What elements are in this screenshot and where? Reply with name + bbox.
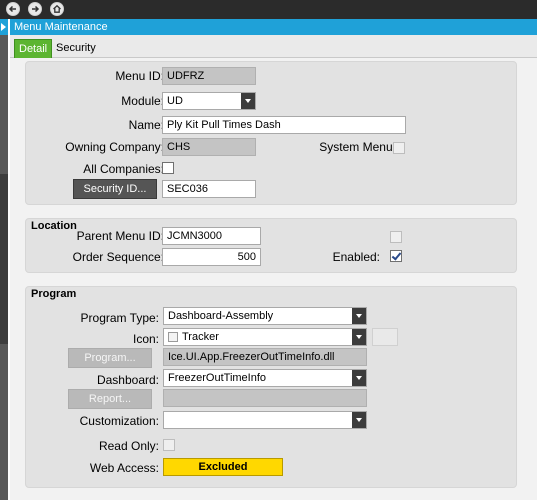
chevron-down-icon[interactable] (352, 370, 366, 386)
web-access-label: Web Access: (89, 461, 159, 475)
window-title: Menu Maintenance (10, 19, 537, 35)
customization-label: Customization: (79, 414, 159, 428)
program-title: Program (31, 288, 77, 300)
forward-icon[interactable] (28, 2, 42, 16)
report-button[interactable]: Report... (68, 389, 152, 409)
chevron-down-icon[interactable] (352, 412, 366, 428)
program-type-value: Dashboard-Assembly (168, 310, 274, 322)
location-panel: Location Parent Menu ID: JCMN3000 Order … (25, 218, 517, 273)
icon-value: Tracker (182, 331, 219, 343)
all-companies-checkbox[interactable] (162, 162, 174, 174)
icon-preview (372, 328, 398, 346)
name-label: Name: (128, 118, 164, 132)
security-id-field[interactable]: SEC036 (162, 180, 256, 198)
security-id-button[interactable]: Security ID... (73, 179, 157, 199)
module-label: Module: (121, 94, 164, 108)
detail-content: Menu ID: UDFRZ Module: UD Name: Ply Kit … (10, 58, 537, 500)
system-menu-checkbox (393, 142, 405, 154)
read-only-checkbox (163, 439, 175, 451)
module-dropdown[interactable]: UD (162, 92, 256, 110)
expand-panel-button[interactable] (0, 19, 8, 35)
name-field[interactable]: Ply Kit Pull Times Dash (162, 116, 406, 134)
tab-security[interactable]: Security (52, 39, 100, 58)
program-panel: Program Program Type: Dashboard-Assembly… (25, 286, 517, 488)
home-icon[interactable] (50, 2, 64, 16)
tab-detail[interactable]: Detail (14, 39, 53, 58)
dashboard-value: FreezerOutTimeInfo (168, 372, 267, 384)
expand-arrow-icon (1, 23, 6, 31)
top-nav-bar (0, 0, 537, 19)
tab-row: Detail Security (10, 35, 537, 58)
back-icon[interactable] (6, 2, 20, 16)
parent-menu-id-label: Parent Menu ID: (76, 229, 164, 243)
parent-menu-id-field[interactable]: JCMN3000 (162, 227, 261, 245)
web-access-status-badge[interactable]: Excluded (163, 458, 283, 476)
program-button[interactable]: Program... (68, 348, 152, 368)
icon-label: Icon: (132, 332, 159, 346)
menu-id-label: Menu ID: (115, 69, 164, 83)
all-companies-label: All Companies: (83, 162, 164, 176)
read-only-label: Read Only: (98, 439, 159, 453)
chevron-down-icon[interactable] (241, 93, 255, 109)
customization-dropdown[interactable] (163, 411, 367, 429)
collapsed-side-panel[interactable] (0, 19, 8, 500)
dashboard-dropdown[interactable]: FreezerOutTimeInfo (163, 369, 367, 387)
order-sequence-field[interactable]: 500 (162, 248, 261, 266)
program-type-dropdown[interactable]: Dashboard-Assembly (163, 307, 367, 325)
chevron-down-icon[interactable] (352, 308, 366, 324)
side-panel-scroll-band (0, 174, 8, 344)
icon-dropdown[interactable]: Tracker (163, 328, 367, 346)
tracker-icon (168, 332, 178, 342)
chevron-down-icon[interactable] (352, 329, 366, 345)
dashboard-label: Dashboard: (96, 373, 159, 387)
module-value: UD (167, 95, 183, 107)
order-sequence-label: Order Sequence: (72, 250, 164, 264)
program-type-label: Program Type: (80, 311, 159, 325)
report-field (163, 389, 367, 407)
general-panel: Menu ID: UDFRZ Module: UD Name: Ply Kit … (25, 61, 517, 205)
location-title: Location (31, 220, 77, 232)
system-menu-label: System Menu: (319, 140, 396, 154)
enabled-checkbox[interactable] (390, 250, 402, 262)
owning-company-label: Owning Company: (65, 140, 164, 154)
parent-menu-checkbox (390, 231, 402, 243)
owning-company-field: CHS (162, 138, 256, 156)
program-field: Ice.UI.App.FreezerOutTimeInfo.dll (163, 348, 367, 366)
menu-id-field: UDFRZ (162, 67, 256, 85)
enabled-label: Enabled: (332, 250, 380, 264)
